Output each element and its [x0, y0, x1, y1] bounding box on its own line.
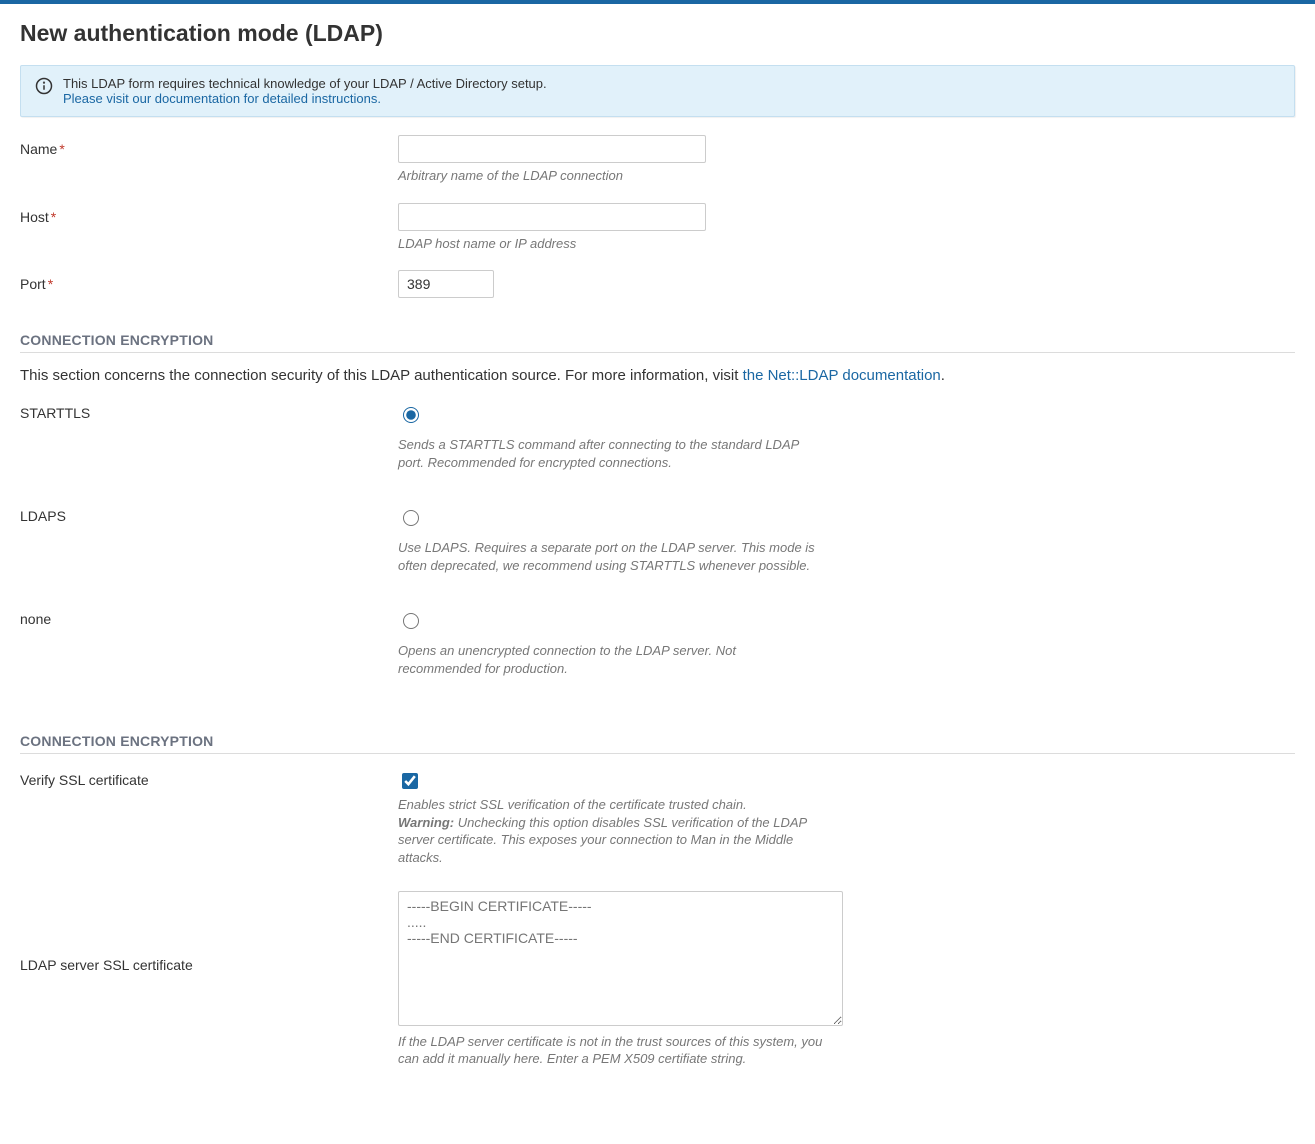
required-marker: *	[59, 141, 64, 157]
ldaps-help: Use LDAPS. Requires a separate port on t…	[398, 539, 818, 574]
notice-doc-link[interactable]: Please visit our documentation for detai…	[63, 91, 381, 106]
host-label: Host	[20, 209, 49, 225]
none-label: none	[20, 611, 51, 627]
host-input[interactable]	[398, 203, 706, 231]
section-header-encryption-2: CONNECTION ENCRYPTION	[20, 733, 1295, 754]
starttls-help: Sends a STARTTLS command after connectin…	[398, 436, 818, 471]
notice-text: This LDAP form requires technical knowle…	[63, 76, 547, 91]
netldap-doc-link[interactable]: the Net::LDAP documentation	[743, 367, 941, 384]
verify-ssl-label: Verify SSL certificate	[20, 772, 149, 788]
info-notice: This LDAP form requires technical knowle…	[20, 65, 1295, 117]
ldaps-label: LDAPS	[20, 508, 66, 524]
cert-help: If the LDAP server certificate is not in…	[398, 1033, 843, 1068]
none-radio[interactable]	[403, 613, 419, 629]
section-header-encryption-1: CONNECTION ENCRYPTION	[20, 332, 1295, 353]
verify-ssl-warning-label: Warning:	[398, 815, 454, 830]
starttls-radio[interactable]	[403, 407, 419, 423]
ldaps-radio[interactable]	[403, 510, 419, 526]
name-help: Arbitrary name of the LDAP connection	[398, 167, 818, 185]
starttls-label: STARTTLS	[20, 405, 90, 421]
host-help: LDAP host name or IP address	[398, 235, 818, 253]
name-input[interactable]	[398, 135, 706, 163]
name-label: Name	[20, 141, 57, 157]
section-description: This section concerns the connection sec…	[20, 367, 1295, 384]
port-label: Port	[20, 276, 46, 292]
verify-ssl-help1: Enables strict SSL verification of the c…	[398, 797, 747, 812]
required-marker: *	[48, 276, 53, 292]
required-marker: *	[51, 209, 56, 225]
verify-ssl-checkbox[interactable]	[402, 773, 418, 789]
page-title: New authentication mode (LDAP)	[20, 20, 1295, 47]
port-input[interactable]	[398, 270, 494, 298]
cert-textarea[interactable]	[398, 891, 843, 1026]
info-icon	[35, 77, 53, 95]
cert-label: LDAP server SSL certificate	[20, 957, 193, 973]
verify-ssl-warning-text: Unchecking this option disables SSL veri…	[398, 815, 807, 865]
none-help: Opens an unencrypted connection to the L…	[398, 642, 818, 677]
